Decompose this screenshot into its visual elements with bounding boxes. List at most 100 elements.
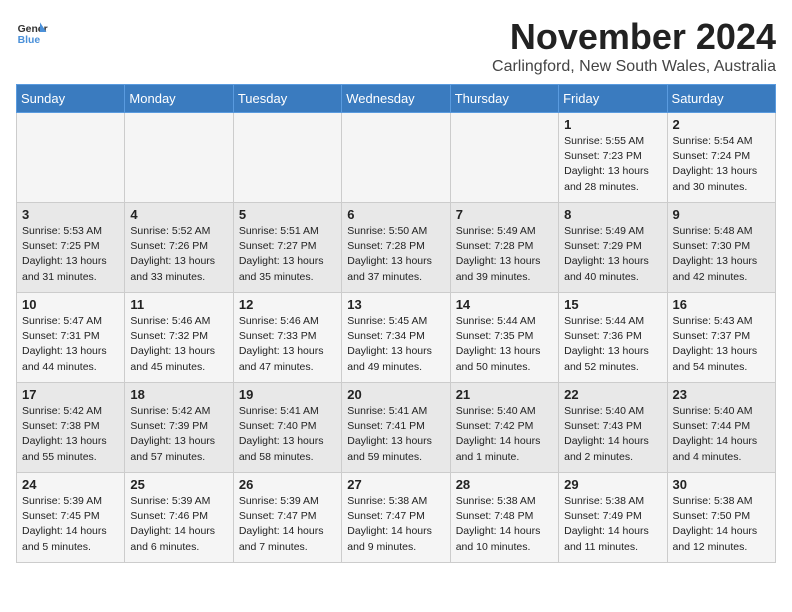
day-info: Sunrise: 5:39 AM Sunset: 7:45 PM Dayligh… <box>22 494 119 555</box>
day-number: 9 <box>673 207 770 222</box>
day-number: 25 <box>130 477 227 492</box>
calendar-cell <box>342 113 450 203</box>
day-number: 20 <box>347 387 444 402</box>
day-info: Sunrise: 5:54 AM Sunset: 7:24 PM Dayligh… <box>673 134 770 195</box>
day-number: 23 <box>673 387 770 402</box>
calendar-cell: 23Sunrise: 5:40 AM Sunset: 7:44 PM Dayli… <box>667 383 775 473</box>
day-info: Sunrise: 5:38 AM Sunset: 7:48 PM Dayligh… <box>456 494 553 555</box>
calendar-cell: 6 Sunrise: 5:50 AM Sunset: 7:28 PM Daylig… <box>342 203 450 293</box>
day-info: Sunrise: 5:43 AM Sunset: 7:37 PM Dayligh… <box>673 314 770 375</box>
calendar-cell: 14Sunrise: 5:44 AM Sunset: 7:35 PM Dayli… <box>450 293 558 383</box>
day-number: 26 <box>239 477 336 492</box>
day-info: Sunrise: 5:39 AM Sunset: 7:46 PM Dayligh… <box>130 494 227 555</box>
day-number: 12 <box>239 297 336 312</box>
calendar-cell: 12 Sunrise: 5:46 AM Sunset: 7:33 PM Dayli… <box>233 293 341 383</box>
weekday-header-monday: Monday <box>125 85 233 113</box>
day-info: Sunrise: 5:42 AM Sunset: 7:38 PM Dayligh… <box>22 404 119 465</box>
day-number: 30 <box>673 477 770 492</box>
day-number: 17 <box>22 387 119 402</box>
week-row-1: 1 Sunrise: 5:55 AM Sunset: 7:23 PM Daylig… <box>17 113 776 203</box>
calendar-cell: 9 Sunrise: 5:48 AM Sunset: 7:30 PM Daylig… <box>667 203 775 293</box>
day-number: 22 <box>564 387 661 402</box>
day-info: Sunrise: 5:40 AM Sunset: 7:42 PM Dayligh… <box>456 404 553 465</box>
weekday-header-row: SundayMondayTuesdayWednesdayThursdayFrid… <box>17 85 776 113</box>
day-info: Sunrise: 5:47 AM Sunset: 7:31 PM Dayligh… <box>22 314 119 375</box>
svg-text:Blue: Blue <box>18 35 41 46</box>
calendar-cell <box>17 113 125 203</box>
day-info: Sunrise: 5:38 AM Sunset: 7:49 PM Dayligh… <box>564 494 661 555</box>
calendar-cell: 1 Sunrise: 5:55 AM Sunset: 7:23 PM Daylig… <box>559 113 667 203</box>
calendar-table: SundayMondayTuesdayWednesdayThursdayFrid… <box>16 84 776 563</box>
calendar-cell <box>125 113 233 203</box>
day-info: Sunrise: 5:46 AM Sunset: 7:33 PM Dayligh… <box>239 314 336 375</box>
calendar-cell: 2Sunrise: 5:54 AM Sunset: 7:24 PM Daylig… <box>667 113 775 203</box>
weekday-header-tuesday: Tuesday <box>233 85 341 113</box>
day-number: 16 <box>673 297 770 312</box>
day-info: Sunrise: 5:49 AM Sunset: 7:28 PM Dayligh… <box>456 224 553 285</box>
week-row-4: 17 Sunrise: 5:42 AM Sunset: 7:38 PM Dayli… <box>17 383 776 473</box>
day-number: 28 <box>456 477 553 492</box>
day-info: Sunrise: 5:38 AM Sunset: 7:47 PM Dayligh… <box>347 494 444 555</box>
day-number: 10 <box>22 297 119 312</box>
calendar-cell: 4Sunrise: 5:52 AM Sunset: 7:26 PM Daylig… <box>125 203 233 293</box>
day-number: 18 <box>130 387 227 402</box>
day-number: 5 <box>239 207 336 222</box>
day-info: Sunrise: 5:44 AM Sunset: 7:36 PM Dayligh… <box>564 314 661 375</box>
calendar-cell: 17 Sunrise: 5:42 AM Sunset: 7:38 PM Dayli… <box>17 383 125 473</box>
day-number: 21 <box>456 387 553 402</box>
calendar-cell: 19 Sunrise: 5:41 AM Sunset: 7:40 PM Dayli… <box>233 383 341 473</box>
day-info: Sunrise: 5:50 AM Sunset: 7:28 PM Dayligh… <box>347 224 444 285</box>
day-info: Sunrise: 5:45 AM Sunset: 7:34 PM Dayligh… <box>347 314 444 375</box>
calendar-cell: 20 Sunrise: 5:41 AM Sunset: 7:41 PM Dayli… <box>342 383 450 473</box>
day-number: 11 <box>130 297 227 312</box>
day-number: 19 <box>239 387 336 402</box>
week-row-2: 3Sunrise: 5:53 AM Sunset: 7:25 PM Daylig… <box>17 203 776 293</box>
day-number: 29 <box>564 477 661 492</box>
calendar-cell: 3Sunrise: 5:53 AM Sunset: 7:25 PM Daylig… <box>17 203 125 293</box>
calendar-cell: 11 Sunrise: 5:46 AM Sunset: 7:32 PM Dayli… <box>125 293 233 383</box>
calendar-cell: 13 Sunrise: 5:45 AM Sunset: 7:34 PM Dayli… <box>342 293 450 383</box>
day-number: 27 <box>347 477 444 492</box>
calendar-cell: 30 Sunrise: 5:38 AM Sunset: 7:50 PM Dayli… <box>667 473 775 563</box>
calendar-cell: 29 Sunrise: 5:38 AM Sunset: 7:49 PM Dayli… <box>559 473 667 563</box>
calendar-cell: 10 Sunrise: 5:47 AM Sunset: 7:31 PM Dayli… <box>17 293 125 383</box>
calendar-cell: 25 Sunrise: 5:39 AM Sunset: 7:46 PM Dayli… <box>125 473 233 563</box>
day-number: 13 <box>347 297 444 312</box>
day-number: 4 <box>130 207 227 222</box>
day-info: Sunrise: 5:41 AM Sunset: 7:41 PM Dayligh… <box>347 404 444 465</box>
day-info: Sunrise: 5:49 AM Sunset: 7:29 PM Dayligh… <box>564 224 661 285</box>
calendar-cell <box>450 113 558 203</box>
logo-icon: General Blue <box>16 16 48 48</box>
calendar-cell: 16 Sunrise: 5:43 AM Sunset: 7:37 PM Dayli… <box>667 293 775 383</box>
weekday-header-thursday: Thursday <box>450 85 558 113</box>
weekday-header-wednesday: Wednesday <box>342 85 450 113</box>
day-info: Sunrise: 5:48 AM Sunset: 7:30 PM Dayligh… <box>673 224 770 285</box>
month-title: November 2024 <box>492 16 776 58</box>
logo: General Blue <box>16 16 48 48</box>
weekday-header-sunday: Sunday <box>17 85 125 113</box>
day-number: 8 <box>564 207 661 222</box>
calendar-cell: 24 Sunrise: 5:39 AM Sunset: 7:45 PM Dayli… <box>17 473 125 563</box>
day-info: Sunrise: 5:38 AM Sunset: 7:50 PM Dayligh… <box>673 494 770 555</box>
week-row-3: 10 Sunrise: 5:47 AM Sunset: 7:31 PM Dayli… <box>17 293 776 383</box>
calendar-cell: 27 Sunrise: 5:38 AM Sunset: 7:47 PM Dayli… <box>342 473 450 563</box>
day-info: Sunrise: 5:39 AM Sunset: 7:47 PM Dayligh… <box>239 494 336 555</box>
weekday-header-saturday: Saturday <box>667 85 775 113</box>
day-info: Sunrise: 5:55 AM Sunset: 7:23 PM Dayligh… <box>564 134 661 195</box>
day-number: 24 <box>22 477 119 492</box>
calendar-cell: 15 Sunrise: 5:44 AM Sunset: 7:36 PM Dayli… <box>559 293 667 383</box>
day-number: 15 <box>564 297 661 312</box>
day-number: 6 <box>347 207 444 222</box>
title-area: November 2024 Carlingford, New South Wal… <box>492 16 776 76</box>
calendar-cell: 18Sunrise: 5:42 AM Sunset: 7:39 PM Dayli… <box>125 383 233 473</box>
day-info: Sunrise: 5:41 AM Sunset: 7:40 PM Dayligh… <box>239 404 336 465</box>
calendar-cell <box>233 113 341 203</box>
day-info: Sunrise: 5:40 AM Sunset: 7:43 PM Dayligh… <box>564 404 661 465</box>
day-number: 1 <box>564 117 661 132</box>
calendar-cell: 26 Sunrise: 5:39 AM Sunset: 7:47 PM Dayli… <box>233 473 341 563</box>
day-info: Sunrise: 5:46 AM Sunset: 7:32 PM Dayligh… <box>130 314 227 375</box>
week-row-5: 24 Sunrise: 5:39 AM Sunset: 7:45 PM Dayli… <box>17 473 776 563</box>
location: Carlingford, New South Wales, Australia <box>492 58 776 76</box>
day-info: Sunrise: 5:44 AM Sunset: 7:35 PM Dayligh… <box>456 314 553 375</box>
day-number: 3 <box>22 207 119 222</box>
